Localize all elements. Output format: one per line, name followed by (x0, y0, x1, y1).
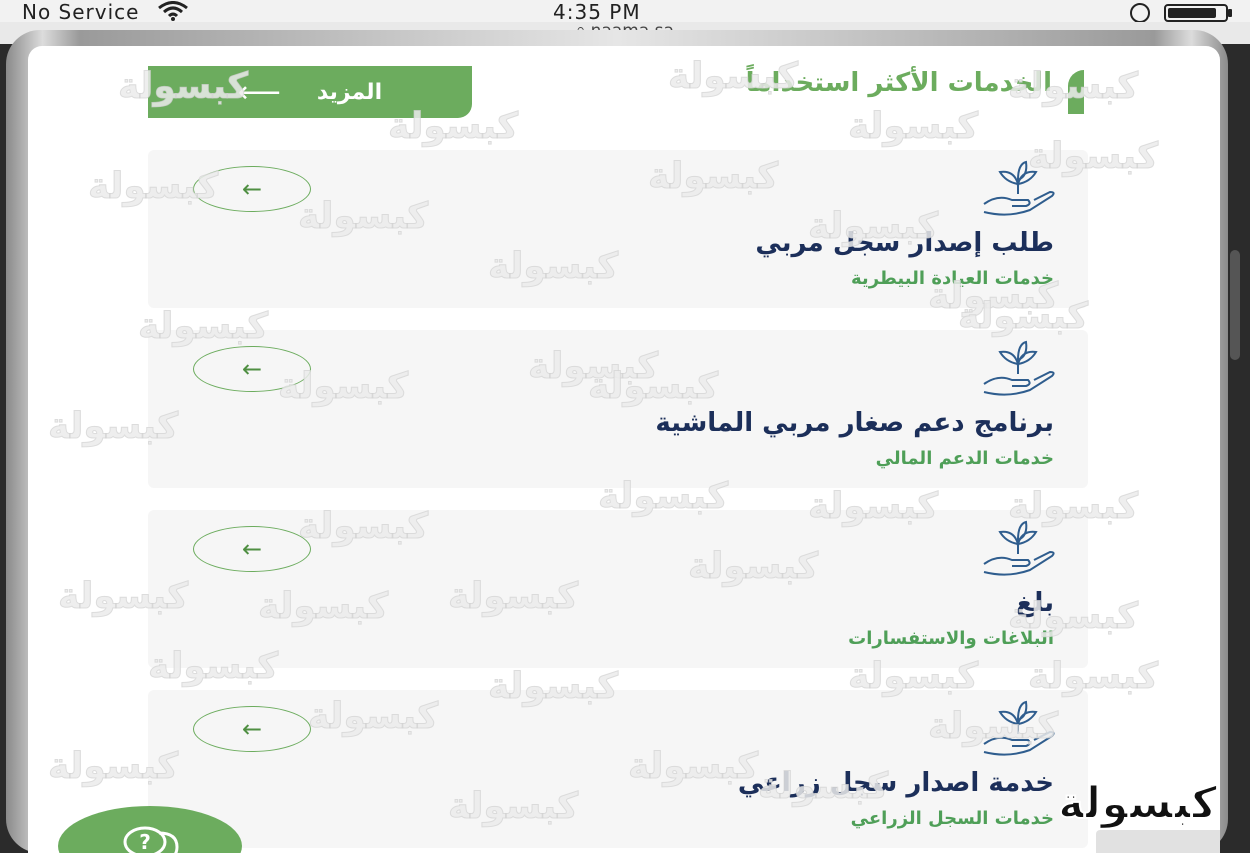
service-category: خدمات الدعم المالي (875, 448, 1054, 469)
open-service-button[interactable]: ← (193, 346, 311, 392)
more-button[interactable]: المزيد ⟵ (148, 66, 472, 118)
open-service-button[interactable]: ← (193, 706, 311, 752)
service-name: بلغ (1015, 588, 1054, 618)
wifi-icon (157, 1, 188, 21)
service-card[interactable]: ← بلغ البلاغات والاستفسارات (148, 510, 1088, 668)
scrollbar[interactable] (1230, 250, 1240, 360)
title-accent-bar (1068, 70, 1084, 114)
plant-in-hand-icon (983, 520, 1055, 576)
status-right (1130, 3, 1232, 23)
open-service-button[interactable]: ← (193, 526, 311, 572)
service-name: خدمة اصدار سجل زراعي (737, 768, 1054, 798)
service-category: البلاغات والاستفسارات (848, 628, 1054, 649)
service-card[interactable]: ← برنامج دعم صغار مربي الماشية خدمات الد… (148, 330, 1088, 488)
plant-in-hand-icon (983, 160, 1055, 216)
arrow-left-icon: ← (241, 355, 263, 383)
service-name: طلب إصدار سجل مربي (755, 228, 1054, 258)
brand-watermark: كبسولة (1057, 777, 1218, 830)
watermark-text: كبسولة (847, 106, 979, 148)
svg-text:?: ? (139, 830, 151, 853)
battery-fill (1168, 8, 1216, 18)
more-label: المزيد (316, 79, 383, 105)
battery-icon (1164, 4, 1232, 22)
arrow-left-icon: ← (241, 715, 263, 743)
service-card[interactable]: ← خدمة اصدار سجل زراعي خدمات السجل الزرا… (148, 690, 1088, 848)
service-category: خدمات السجل الزراعي (850, 808, 1054, 829)
orientation-lock-icon (1130, 3, 1150, 23)
service-name: برنامج دعم صغار مربي الماشية (655, 408, 1054, 438)
arrow-left-icon: ← (241, 175, 263, 203)
plant-in-hand-icon (983, 340, 1055, 396)
service-category: خدمات العيادة البيطرية (851, 268, 1054, 289)
open-service-button[interactable]: ← (193, 166, 311, 212)
arrow-left-icon: ← (241, 535, 263, 563)
plant-in-hand-icon (983, 700, 1055, 756)
section-title: الخدمات الأكثر استخداماً (745, 68, 1052, 98)
app-screen: الخدمات الأكثر استخداماً المزيد ⟵ ← طلب … (28, 46, 1220, 853)
carrier-label: No Service (22, 0, 191, 24)
chat-question-icon: ? (123, 826, 179, 853)
carrier-text: No Service (22, 0, 140, 24)
arrow-left-icon: ⟵ (237, 74, 281, 110)
scroll-top-box[interactable] (1096, 830, 1220, 853)
service-card[interactable]: ← طلب إصدار سجل مربي خدمات العيادة البيط… (148, 150, 1088, 308)
